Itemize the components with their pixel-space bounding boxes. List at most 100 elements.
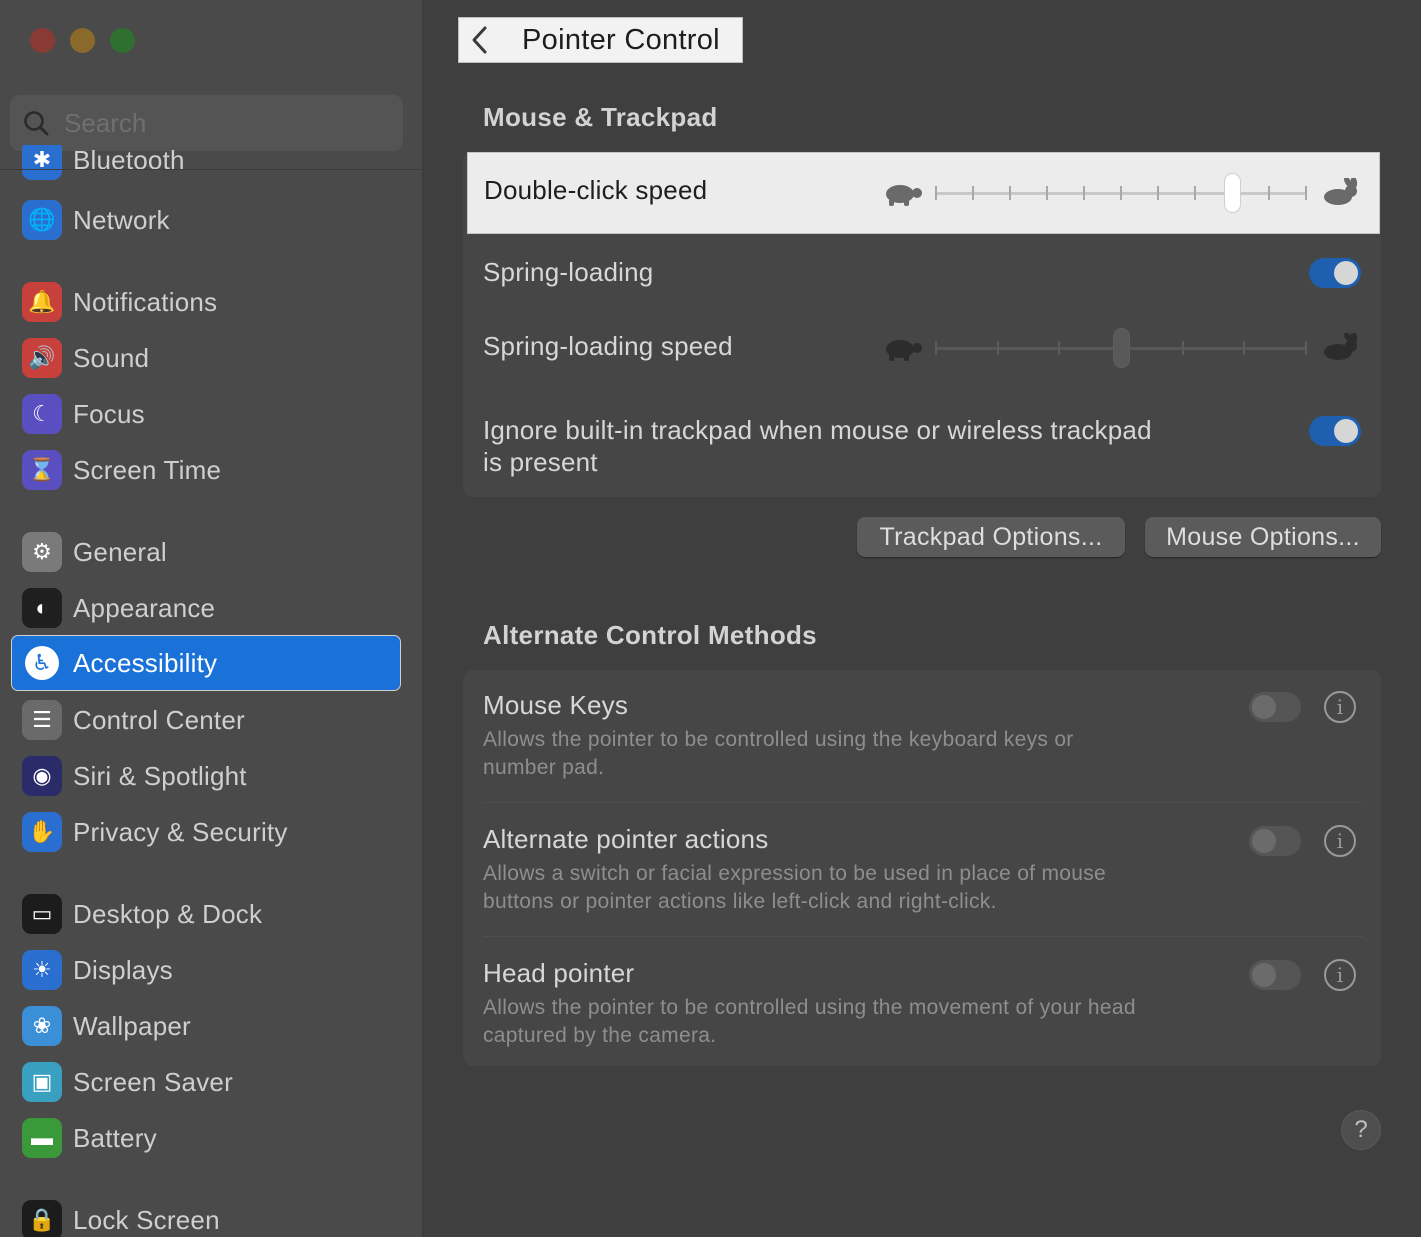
help-button[interactable]: ?	[1341, 1110, 1381, 1150]
appearance-icon: ◐	[22, 588, 62, 628]
hand-icon: ✋	[22, 812, 62, 852]
sidebar-item-label: Appearance	[73, 592, 216, 623]
minimize-window-button[interactable]	[70, 28, 95, 53]
slider-tick	[996, 341, 999, 355]
sidebar-item-label: Wallpaper	[73, 1010, 191, 1041]
sidebar-item-screen-saver[interactable]: ▣ Screen Saver	[12, 1055, 400, 1109]
accessibility-icon: ♿	[25, 646, 59, 680]
sidebar-item-siri-spotlight[interactable]: ◉ Siri & Spotlight	[12, 749, 400, 803]
sidebar-item-desktop-dock[interactable]: ▭ Desktop & Dock	[12, 887, 400, 941]
sidebar-item-appearance[interactable]: ◐ Appearance	[12, 581, 400, 635]
toggle-knob	[1252, 829, 1276, 853]
sidebar-item-label: Siri & Spotlight	[73, 760, 247, 791]
search-icon	[24, 111, 49, 136]
rabbit-icon	[1324, 333, 1358, 360]
slider-tick	[1120, 186, 1122, 200]
alternate-pointer-actionstoggle[interactable]	[1249, 826, 1301, 856]
double-click-speed-label: Double-click speed	[484, 175, 708, 205]
sidebar-item-displays[interactable]: ☀ Displays	[12, 943, 400, 997]
head-pointertoggle[interactable]	[1249, 960, 1301, 990]
row-divider	[483, 802, 1363, 803]
slider-tick	[1058, 341, 1061, 355]
sidebar-item-battery[interactable]: ▬ Battery	[12, 1111, 400, 1165]
sidebar-item-lock-screen[interactable]: 🔒 Lock Screen	[12, 1193, 400, 1237]
hourglass-icon: ⌛	[22, 450, 62, 490]
flower-icon: ❀	[22, 1006, 62, 1046]
head-pointerlabel: Head pointer	[483, 958, 635, 988]
sidebar-item-general[interactable]: ⚙ General	[12, 525, 400, 579]
chevron-left-icon	[472, 26, 487, 54]
slider-knob[interactable]	[1113, 328, 1130, 368]
sidebar-item-label: Bluetooth	[73, 145, 185, 175]
mouse-keystoggle[interactable]	[1249, 692, 1301, 722]
alternate-pointer-actionsdescription-line2: buttons or pointer actions like left-cli…	[483, 890, 997, 913]
toolbar: Pointer Control	[458, 17, 743, 63]
moon-icon: ☾	[22, 394, 62, 434]
turtle-icon	[886, 185, 922, 206]
sidebar-item-screen-time[interactable]: ⌛ Screen Time	[12, 443, 400, 497]
slider-tick	[1243, 341, 1246, 355]
turtle-icon	[886, 340, 922, 361]
info-icon[interactable]: i	[1324, 959, 1356, 991]
sidebar-divider	[0, 169, 422, 170]
control-center-icon: ☰	[22, 700, 62, 740]
mouse-options-button[interactable]: Mouse Options...	[1145, 517, 1381, 557]
sidebar-item-label: Focus	[73, 398, 145, 429]
info-icon[interactable]: i	[1324, 825, 1356, 857]
spring-loading-label: Spring-loading	[483, 257, 654, 287]
slider-tick	[1083, 186, 1085, 200]
sidebar-item-bluetooth[interactable]: ✱ Bluetooth	[12, 145, 400, 189]
sidebar-item-focus[interactable]: ☾ Focus	[12, 387, 400, 441]
bluetooth-icon: ✱	[22, 145, 62, 180]
section-title-mouse-trackpad: Mouse & Trackpad	[483, 102, 718, 132]
zoom-window-button[interactable]	[110, 28, 135, 53]
sidebar-item-network[interactable]: 🌐 Network	[12, 193, 400, 247]
sidebar-item-label: Control Center	[73, 704, 245, 735]
ignore-trackpad-label-line1: Ignore built-in trackpad when mouse or w…	[483, 415, 1152, 445]
sidebar-item-control-center[interactable]: ☰ Control Center	[12, 693, 400, 747]
mouse-keysdescription-line2: number pad.	[483, 756, 605, 779]
sidebar-item-label: Privacy & Security	[73, 816, 288, 847]
sidebar-item-wallpaper[interactable]: ❀ Wallpaper	[12, 999, 400, 1053]
sidebar-item-accessibility[interactable]: ♿ Accessibility	[11, 635, 401, 691]
slider-tick	[1046, 186, 1048, 200]
alternate-pointer-actionsdescription-line1: Allows a switch or facial expression to …	[483, 862, 1106, 885]
slider-knob[interactable]	[1224, 173, 1241, 213]
row-divider	[483, 936, 1363, 937]
slider-tick	[935, 341, 937, 355]
battery-icon: ▬	[22, 1118, 62, 1158]
slider-tick	[1157, 186, 1159, 200]
ignore-trackpad-toggle[interactable]	[1309, 416, 1361, 446]
sidebar-item-privacy-security[interactable]: ✋ Privacy & Security	[12, 805, 400, 859]
search-input[interactable]	[64, 107, 364, 139]
search-field[interactable]	[10, 95, 403, 151]
slider-tick	[1305, 186, 1307, 200]
slider-tick	[1009, 186, 1011, 200]
section-title-alternate-methods: Alternate Control Methods	[483, 620, 817, 650]
sidebar-item-notifications[interactable]: 🔔 Notifications	[12, 275, 400, 329]
toggle-knob	[1334, 261, 1358, 285]
spring-loading-toggle[interactable]	[1309, 258, 1361, 288]
toggle-knob	[1252, 963, 1276, 987]
mouse-keysdescription-line1: Allows the pointer to be controlled usin…	[483, 728, 1074, 751]
toggle-knob	[1252, 695, 1276, 719]
sidebar-item-label: Displays	[73, 954, 173, 985]
back-button[interactable]	[463, 23, 497, 57]
sidebar: ✱ Bluetooth 🌐 Network 🔔 Notifications 🔊 Sound…	[0, 0, 423, 1237]
head-pointerdescription-line1: Allows the pointer to be controlled usin…	[483, 996, 1136, 1019]
toggle-knob	[1334, 419, 1358, 443]
sidebar-item-sound[interactable]: 🔊 Sound	[12, 331, 400, 385]
gear-icon: ⚙	[22, 532, 62, 572]
speaker-icon: 🔊	[22, 338, 62, 378]
sidebar-item-label: Screen Saver	[73, 1066, 233, 1097]
dock-icon: ▭	[22, 894, 62, 934]
trackpad-options-button[interactable]: Trackpad Options...	[857, 517, 1125, 557]
siri-icon: ◉	[22, 756, 62, 796]
rabbit-icon	[1324, 178, 1358, 205]
sidebar-item-label: General	[73, 536, 167, 567]
globe-icon: 🌐	[22, 200, 62, 240]
close-window-button[interactable]	[30, 28, 55, 53]
page-title: Pointer Control	[522, 23, 720, 56]
slider-tick	[1181, 341, 1184, 355]
info-icon[interactable]: i	[1324, 691, 1356, 723]
